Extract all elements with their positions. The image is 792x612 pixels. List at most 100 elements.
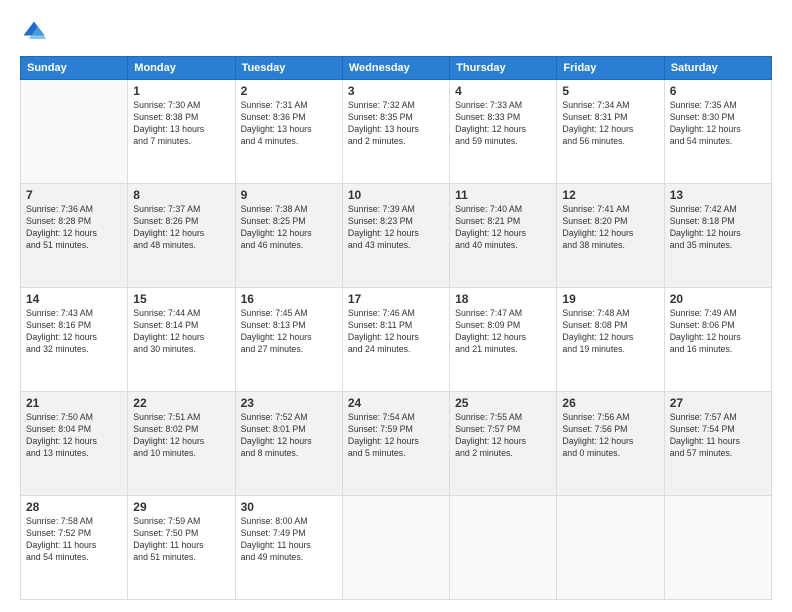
- day-number: 25: [455, 396, 551, 410]
- day-number: 27: [670, 396, 766, 410]
- logo-icon: [20, 18, 48, 46]
- day-number: 29: [133, 500, 229, 514]
- day-number: 11: [455, 188, 551, 202]
- day-info: Sunrise: 7:32 AMSunset: 8:35 PMDaylight:…: [348, 100, 444, 148]
- day-number: 15: [133, 292, 229, 306]
- day-info: Sunrise: 7:55 AMSunset: 7:57 PMDaylight:…: [455, 412, 551, 460]
- day-number: 8: [133, 188, 229, 202]
- calendar-header-row: Sunday Monday Tuesday Wednesday Thursday…: [21, 57, 772, 80]
- day-number: 5: [562, 84, 658, 98]
- day-info: Sunrise: 7:51 AMSunset: 8:02 PMDaylight:…: [133, 412, 229, 460]
- table-row: 22 Sunrise: 7:51 AMSunset: 8:02 PMDayligh…: [128, 392, 235, 496]
- table-row: 10 Sunrise: 7:39 AMSunset: 8:23 PMDayligh…: [342, 184, 449, 288]
- table-row: 20 Sunrise: 7:49 AMSunset: 8:06 PMDayligh…: [664, 288, 771, 392]
- day-info: Sunrise: 7:33 AMSunset: 8:33 PMDaylight:…: [455, 100, 551, 148]
- table-row: 30 Sunrise: 8:00 AMSunset: 7:49 PMDayligh…: [235, 496, 342, 600]
- day-info: Sunrise: 7:52 AMSunset: 8:01 PMDaylight:…: [241, 412, 337, 460]
- table-row: 25 Sunrise: 7:55 AMSunset: 7:57 PMDayligh…: [450, 392, 557, 496]
- table-row: 5 Sunrise: 7:34 AMSunset: 8:31 PMDaylight…: [557, 80, 664, 184]
- table-row: [664, 496, 771, 600]
- day-info: Sunrise: 7:30 AMSunset: 8:38 PMDaylight:…: [133, 100, 229, 148]
- table-row: 4 Sunrise: 7:33 AMSunset: 8:33 PMDaylight…: [450, 80, 557, 184]
- table-row: 28 Sunrise: 7:58 AMSunset: 7:52 PMDayligh…: [21, 496, 128, 600]
- day-info: Sunrise: 7:57 AMSunset: 7:54 PMDaylight:…: [670, 412, 766, 460]
- table-row: 9 Sunrise: 7:38 AMSunset: 8:25 PMDaylight…: [235, 184, 342, 288]
- day-number: 2: [241, 84, 337, 98]
- day-number: 19: [562, 292, 658, 306]
- table-row: 17 Sunrise: 7:46 AMSunset: 8:11 PMDayligh…: [342, 288, 449, 392]
- calendar-week-row: 7Sunrise: 7:36 AMSunset: 8:28 PMDaylight…: [21, 184, 772, 288]
- col-friday: Friday: [557, 57, 664, 80]
- table-row: 26 Sunrise: 7:56 AMSunset: 7:56 PMDayligh…: [557, 392, 664, 496]
- logo: [20, 18, 52, 46]
- day-number: 21: [26, 396, 122, 410]
- day-number: 4: [455, 84, 551, 98]
- day-number: 22: [133, 396, 229, 410]
- day-number: 17: [348, 292, 444, 306]
- day-number: 16: [241, 292, 337, 306]
- day-info: Sunrise: 7:41 AMSunset: 8:20 PMDaylight:…: [562, 204, 658, 252]
- day-info: Sunrise: 7:59 AMSunset: 7:50 PMDaylight:…: [133, 516, 229, 564]
- day-info: Sunrise: 7:42 AMSunset: 8:18 PMDaylight:…: [670, 204, 766, 252]
- table-row: 11 Sunrise: 7:40 AMSunset: 8:21 PMDayligh…: [450, 184, 557, 288]
- day-info: Sunrise: 7:43 AMSunset: 8:16 PMDaylight:…: [26, 308, 122, 356]
- col-sunday: Sunday: [21, 57, 128, 80]
- calendar-week-row: 1Sunrise: 7:30 AMSunset: 8:38 PMDaylight…: [21, 80, 772, 184]
- table-row: 15 Sunrise: 7:44 AMSunset: 8:14 PMDayligh…: [128, 288, 235, 392]
- day-number: 7: [26, 188, 122, 202]
- day-number: 6: [670, 84, 766, 98]
- col-saturday: Saturday: [664, 57, 771, 80]
- table-row: 18Sunrise: 7:47 AMSunset: 8:09 PMDayligh…: [450, 288, 557, 392]
- day-number: 30: [241, 500, 337, 514]
- day-info: Sunrise: 7:45 AMSunset: 8:13 PMDaylight:…: [241, 308, 337, 356]
- day-info: Sunrise: 7:34 AMSunset: 8:31 PMDaylight:…: [562, 100, 658, 148]
- day-number: 23: [241, 396, 337, 410]
- day-info: Sunrise: 7:38 AMSunset: 8:25 PMDaylight:…: [241, 204, 337, 252]
- day-info: Sunrise: 7:39 AMSunset: 8:23 PMDaylight:…: [348, 204, 444, 252]
- day-info: Sunrise: 7:35 AMSunset: 8:30 PMDaylight:…: [670, 100, 766, 148]
- table-row: 23 Sunrise: 7:52 AMSunset: 8:01 PMDayligh…: [235, 392, 342, 496]
- header: [20, 18, 772, 46]
- col-thursday: Thursday: [450, 57, 557, 80]
- table-row: 21 Sunrise: 7:50 AMSunset: 8:04 PMDayligh…: [21, 392, 128, 496]
- day-info: Sunrise: 7:44 AMSunset: 8:14 PMDaylight:…: [133, 308, 229, 356]
- day-number: 28: [26, 500, 122, 514]
- table-row: 29 Sunrise: 7:59 AMSunset: 7:50 PMDayligh…: [128, 496, 235, 600]
- day-info: Sunrise: 7:31 AMSunset: 8:36 PMDaylight:…: [241, 100, 337, 148]
- table-row: 13Sunrise: 7:42 AMSunset: 8:18 PMDayligh…: [664, 184, 771, 288]
- table-row: 19 Sunrise: 7:48 AMSunset: 8:08 PMDayligh…: [557, 288, 664, 392]
- col-tuesday: Tuesday: [235, 57, 342, 80]
- calendar-week-row: 14 Sunrise: 7:43 AMSunset: 8:16 PMDayligh…: [21, 288, 772, 392]
- day-info: Sunrise: 7:47 AMSunset: 8:09 PMDaylight:…: [455, 308, 551, 356]
- table-row: 24Sunrise: 7:54 AMSunset: 7:59 PMDayligh…: [342, 392, 449, 496]
- table-row: 3Sunrise: 7:32 AMSunset: 8:35 PMDaylight…: [342, 80, 449, 184]
- calendar-week-row: 28 Sunrise: 7:58 AMSunset: 7:52 PMDayligh…: [21, 496, 772, 600]
- day-info: Sunrise: 7:48 AMSunset: 8:08 PMDaylight:…: [562, 308, 658, 356]
- day-number: 14: [26, 292, 122, 306]
- table-row: 6 Sunrise: 7:35 AMSunset: 8:30 PMDaylight…: [664, 80, 771, 184]
- day-number: 12: [562, 188, 658, 202]
- day-info: Sunrise: 7:50 AMSunset: 8:04 PMDaylight:…: [26, 412, 122, 460]
- table-row: 14 Sunrise: 7:43 AMSunset: 8:16 PMDayligh…: [21, 288, 128, 392]
- day-info: Sunrise: 7:49 AMSunset: 8:06 PMDaylight:…: [670, 308, 766, 356]
- day-number: 10: [348, 188, 444, 202]
- day-number: 9: [241, 188, 337, 202]
- day-info: Sunrise: 7:58 AMSunset: 7:52 PMDaylight:…: [26, 516, 122, 564]
- table-row: 1Sunrise: 7:30 AMSunset: 8:38 PMDaylight…: [128, 80, 235, 184]
- day-info: Sunrise: 7:46 AMSunset: 8:11 PMDaylight:…: [348, 308, 444, 356]
- col-wednesday: Wednesday: [342, 57, 449, 80]
- table-row: [557, 496, 664, 600]
- day-info: Sunrise: 7:54 AMSunset: 7:59 PMDaylight:…: [348, 412, 444, 460]
- day-info: Sunrise: 7:56 AMSunset: 7:56 PMDaylight:…: [562, 412, 658, 460]
- table-row: 7Sunrise: 7:36 AMSunset: 8:28 PMDaylight…: [21, 184, 128, 288]
- day-info: Sunrise: 8:00 AMSunset: 7:49 PMDaylight:…: [241, 516, 337, 564]
- table-row: 27 Sunrise: 7:57 AMSunset: 7:54 PMDayligh…: [664, 392, 771, 496]
- table-row: 12 Sunrise: 7:41 AMSunset: 8:20 PMDayligh…: [557, 184, 664, 288]
- table-row: 8Sunrise: 7:37 AMSunset: 8:26 PMDaylight…: [128, 184, 235, 288]
- day-info: Sunrise: 7:40 AMSunset: 8:21 PMDaylight:…: [455, 204, 551, 252]
- calendar-table: Sunday Monday Tuesday Wednesday Thursday…: [20, 56, 772, 600]
- col-monday: Monday: [128, 57, 235, 80]
- calendar-week-row: 21 Sunrise: 7:50 AMSunset: 8:04 PMDayligh…: [21, 392, 772, 496]
- day-number: 26: [562, 396, 658, 410]
- day-number: 20: [670, 292, 766, 306]
